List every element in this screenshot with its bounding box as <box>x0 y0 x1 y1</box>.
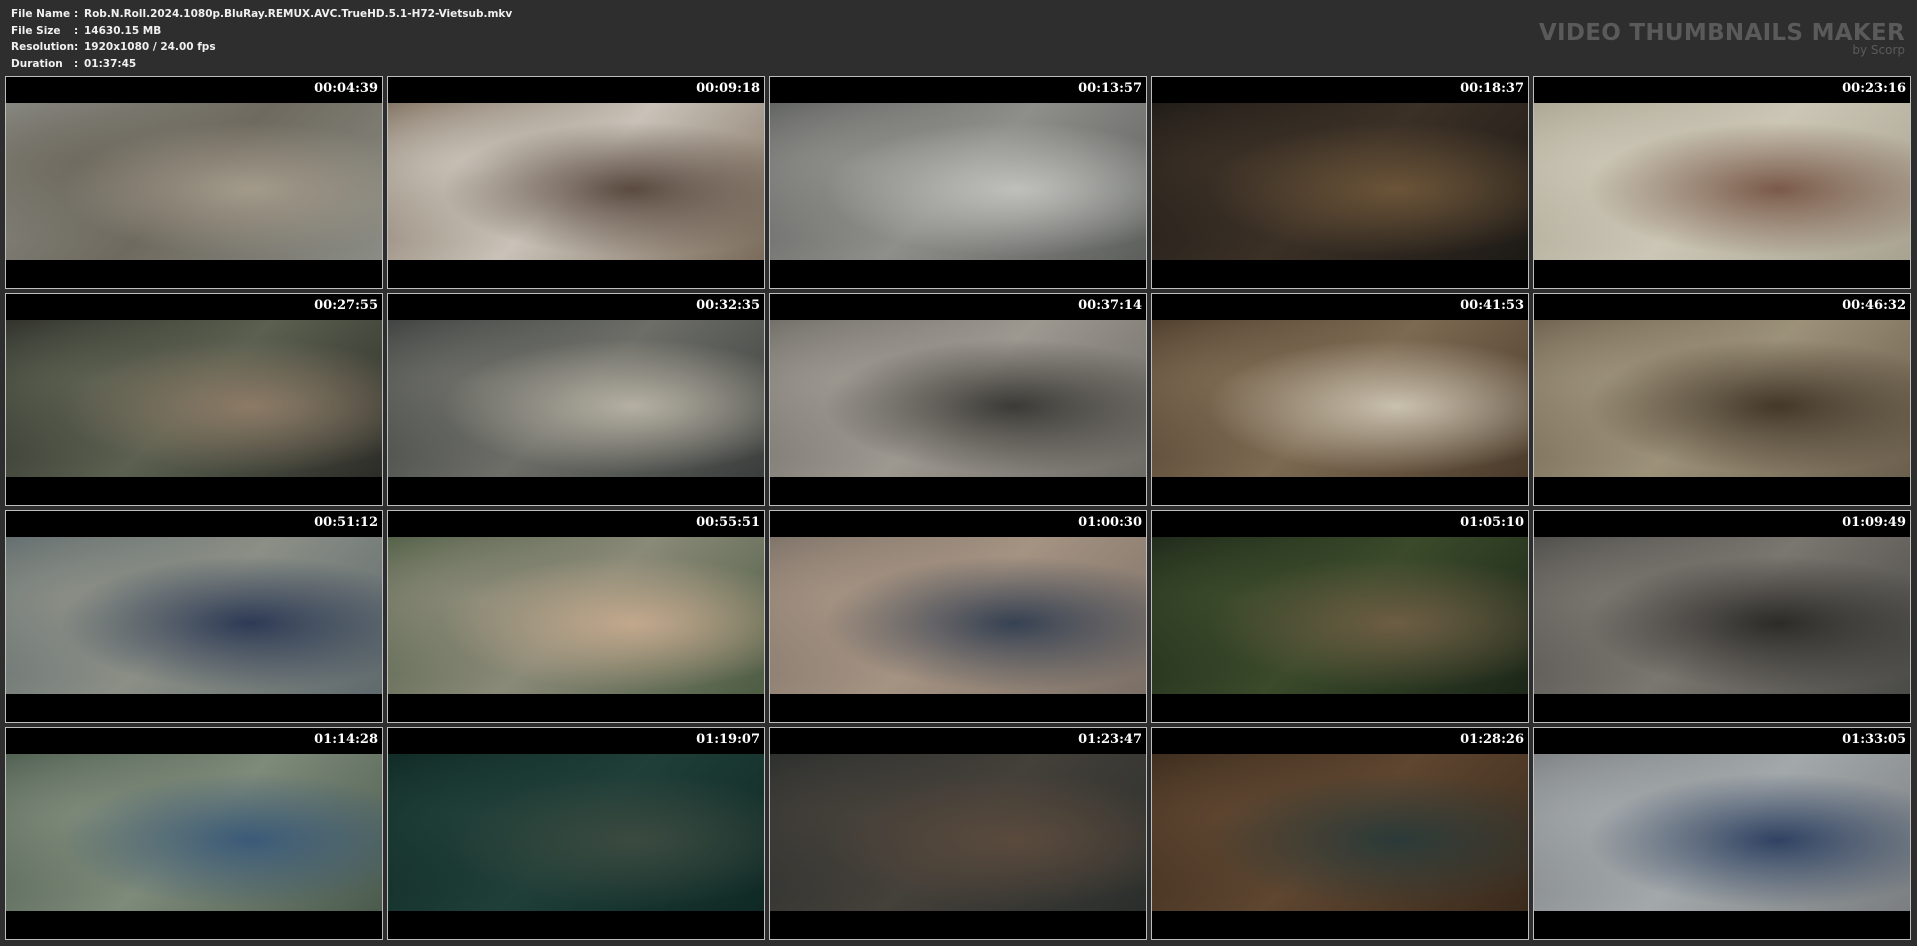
thumbnail-tile[interactable]: 00:04:39 <box>6 77 382 288</box>
video-frame-image <box>1152 103 1528 260</box>
video-frame-image <box>1152 754 1528 911</box>
video-frame-image <box>6 754 382 911</box>
video-frame-image <box>770 103 1146 260</box>
separator: : <box>74 41 79 53</box>
timestamp-label: 00:18:37 <box>1460 81 1524 96</box>
timestamp-label: 00:46:32 <box>1842 298 1906 313</box>
file-name-value: Rob.N.Roll.2024.1080p.BluRay.REMUX.AVC.T… <box>84 8 513 20</box>
video-frame-image <box>1152 320 1528 477</box>
header: File Name : Rob.N.Roll.2024.1080p.BluRay… <box>0 0 1917 76</box>
timestamp-label: 01:33:05 <box>1842 732 1906 747</box>
file-name-label: File Name <box>11 8 71 20</box>
timestamp-label: 01:28:26 <box>1460 732 1524 747</box>
timestamp-label: 00:09:18 <box>696 81 760 96</box>
video-frame-image <box>1534 103 1910 260</box>
timestamp-label: 00:37:14 <box>1078 298 1142 313</box>
timestamp-label: 00:23:16 <box>1842 81 1906 96</box>
thumbnail-tile[interactable]: 00:23:16 <box>1534 77 1910 288</box>
resolution-label: Resolution <box>11 41 75 53</box>
video-frame-image <box>388 320 764 477</box>
thumbnail-tile[interactable]: 00:09:18 <box>388 77 764 288</box>
thumbnail-tile[interactable]: 01:09:49 <box>1534 511 1910 722</box>
video-frame-image <box>6 537 382 694</box>
timestamp-label: 01:23:47 <box>1078 732 1142 747</box>
thumbnail-tile[interactable]: 00:55:51 <box>388 511 764 722</box>
thumbnail-tile[interactable]: 01:14:28 <box>6 728 382 939</box>
info-row-file-name: File Name : Rob.N.Roll.2024.1080p.BluRay… <box>11 6 512 23</box>
timestamp-label: 00:27:55 <box>314 298 378 313</box>
video-frame-image <box>388 754 764 911</box>
timestamp-label: 00:41:53 <box>1460 298 1524 313</box>
separator: : <box>74 57 79 70</box>
video-frame-image <box>770 320 1146 477</box>
video-frame-image <box>6 320 382 477</box>
timestamp-label: 00:55:51 <box>696 515 760 530</box>
video-frame-image <box>1534 537 1910 694</box>
timestamp-label: 00:04:39 <box>314 81 378 96</box>
info-row-file-size: File Size : 14630.15 MB <box>11 23 512 40</box>
timestamp-label: 01:00:30 <box>1078 515 1142 530</box>
separator: : <box>74 24 79 37</box>
timestamp-label: 00:51:12 <box>314 515 378 530</box>
info-row-duration: Duration : 01:37:45 <box>11 56 512 73</box>
timestamp-label: 01:05:10 <box>1460 515 1524 530</box>
timestamp-label: 00:13:57 <box>1078 81 1142 96</box>
thumbnail-tile[interactable]: 01:05:10 <box>1152 511 1528 722</box>
thumbnail-tile[interactable]: 00:46:32 <box>1534 294 1910 505</box>
thumbnail-tile[interactable]: 01:33:05 <box>1534 728 1910 939</box>
timestamp-label: 01:14:28 <box>314 732 378 747</box>
thumbnail-tile[interactable]: 01:28:26 <box>1152 728 1528 939</box>
file-size-label: File Size <box>11 24 61 37</box>
video-frame-image <box>6 103 382 260</box>
video-frame-image <box>1534 320 1910 477</box>
thumbnail-tile[interactable]: 00:32:35 <box>388 294 764 505</box>
brand-watermark: VIDEO THUMBNAILS MAKER by Scorp <box>1539 20 1905 56</box>
brand-title: VIDEO THUMBNAILS MAKER <box>1538 20 1905 46</box>
video-frame-image <box>388 103 764 260</box>
thumbnail-tile[interactable]: 01:23:47 <box>770 728 1146 939</box>
thumbnail-tile[interactable]: 01:19:07 <box>388 728 764 939</box>
timestamp-label: 01:19:07 <box>696 732 760 747</box>
duration-value: 01:37:45 <box>84 57 137 70</box>
thumbnail-tile[interactable]: 00:37:14 <box>770 294 1146 505</box>
video-frame-image <box>1152 537 1528 694</box>
thumbnail-tile[interactable]: 00:51:12 <box>6 511 382 722</box>
separator: : <box>74 8 79 20</box>
file-size-value: 14630.15 MB <box>84 24 162 37</box>
video-frame-image <box>770 537 1146 694</box>
timestamp-label: 00:32:35 <box>696 298 760 313</box>
file-info-panel: File Name : Rob.N.Roll.2024.1080p.BluRay… <box>11 6 512 72</box>
thumbnail-grid: 00:04:39 00:09:18 00:13:57 00:18:37 00:23:16… <box>6 77 1912 939</box>
resolution-value: 1920x1080 / 24.00 fps <box>84 41 216 53</box>
thumbnail-tile[interactable]: 00:13:57 <box>770 77 1146 288</box>
info-row-resolution: Resolution : 1920x1080 / 24.00 fps <box>11 39 512 56</box>
video-frame-image <box>1534 754 1910 911</box>
thumbnail-tile[interactable]: 00:27:55 <box>6 294 382 505</box>
thumbnail-tile[interactable]: 00:41:53 <box>1152 294 1528 505</box>
thumbnail-tile[interactable]: 01:00:30 <box>770 511 1146 722</box>
video-frame-image <box>388 537 764 694</box>
timestamp-label: 01:09:49 <box>1842 515 1906 530</box>
video-frame-image <box>770 754 1146 911</box>
thumbnail-tile[interactable]: 00:18:37 <box>1152 77 1528 288</box>
duration-label: Duration <box>11 57 63 70</box>
